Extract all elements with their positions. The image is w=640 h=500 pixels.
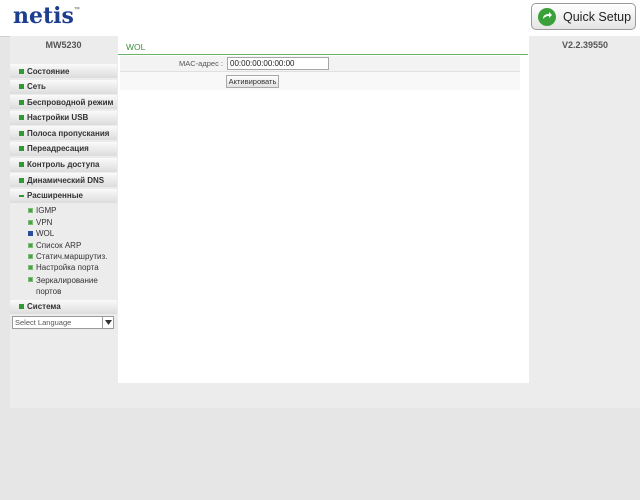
sidebar: Состояние Сеть Беспроводной режим Настро… — [10, 64, 117, 329]
sidebar-item-system[interactable]: Система — [10, 299, 117, 314]
activate-button[interactable]: Активировать — [226, 74, 279, 88]
content-panel: WOL MAC-адрес : Активировать — [118, 36, 529, 383]
sidebar-item-label: Динамический DNS — [27, 175, 105, 185]
plus-icon — [19, 130, 24, 136]
brand-name: netis — [13, 3, 74, 29]
submenu-item-wol[interactable]: WOL — [10, 229, 117, 240]
sidebar-item-label: Система — [27, 302, 61, 312]
bullet-icon — [28, 253, 33, 259]
submenu-item-arp-list[interactable]: Список ARP — [10, 241, 117, 252]
mac-address-row: MAC-адрес : — [120, 56, 520, 72]
advanced-submenu: IGMP VPN WOL Список ARP Статич.маршрутиз… — [10, 204, 117, 299]
submenu-item-igmp[interactable]: IGMP — [10, 206, 117, 217]
header: netis™ Quick Setup — [0, 0, 640, 37]
sidebar-item-label: Настройки USB — [27, 113, 89, 123]
submenu-item-label: Зеркалирование портов — [36, 275, 98, 296]
submenu-item-label: Настройка порта — [36, 263, 99, 273]
plus-icon — [19, 177, 24, 183]
quick-setup-arrow-icon — [538, 7, 556, 26]
submenu-item-label: Список ARP — [36, 240, 82, 250]
sidebar-item-access-control[interactable]: Контроль доступа — [10, 157, 117, 172]
trademark-mark: ™ — [73, 7, 80, 13]
sidebar-item-label: Переадресация — [27, 144, 89, 154]
firmware-version: V2.2.39550 — [561, 40, 609, 50]
sidebar-item-label: Состояние — [27, 66, 70, 76]
device-model: MW5230 — [45, 40, 82, 50]
submenu-item-label: IGMP — [36, 206, 57, 216]
sidebar-item-status[interactable]: Состояние — [10, 64, 117, 78]
active-bullet-icon — [28, 231, 33, 237]
quick-setup-label: Quick Setup — [563, 9, 632, 24]
mac-address-label: MAC-адрес : — [179, 59, 223, 68]
mac-address-input[interactable] — [227, 56, 329, 70]
sidebar-item-wireless[interactable]: Беспроводной режим — [10, 95, 117, 110]
sidebar-item-label: Беспроводной режим — [27, 97, 114, 107]
netis-logo[interactable]: netis™ — [13, 3, 80, 29]
submenu-item-port-settings[interactable]: Настройка порта — [10, 263, 117, 274]
plus-icon — [19, 304, 24, 310]
main-frame: MW5230 V2.2.39550 Состояние Сеть Беспров… — [10, 36, 640, 408]
plus-icon — [19, 68, 24, 74]
plus-icon — [19, 84, 24, 90]
plus-icon — [19, 146, 24, 152]
sidebar-item-label: Полоса пропускания — [27, 128, 110, 138]
language-select-value: Select Language — [15, 317, 72, 327]
submenu-item-vpn[interactable]: VPN — [10, 218, 117, 229]
plus-icon — [19, 99, 24, 105]
sidebar-item-bandwidth[interactable]: Полоса пропускания — [10, 126, 117, 141]
bullet-icon — [28, 208, 33, 214]
bullet-icon — [28, 276, 33, 282]
page-title: WOL — [118, 41, 528, 55]
sidebar-item-usb[interactable]: Настройки USB — [10, 110, 117, 125]
submenu-item-label: WOL — [36, 229, 55, 239]
submenu-item-label: VPN — [36, 217, 53, 227]
sidebar-item-network[interactable]: Сеть — [10, 79, 117, 94]
sidebar-item-advanced[interactable]: Расширенные — [10, 188, 117, 203]
submenu-item-label: Статич.маршрутиз. — [36, 251, 108, 261]
plus-icon — [19, 162, 24, 168]
sidebar-item-label: Сеть — [27, 82, 46, 92]
submenu-item-static-routing[interactable]: Статич.маршрутиз. — [10, 252, 117, 263]
bullet-icon — [28, 242, 33, 248]
language-select[interactable]: Select Language — [12, 315, 114, 329]
bullet-icon — [28, 265, 33, 271]
plus-icon — [19, 115, 24, 121]
sidebar-item-label: Расширенные — [27, 191, 83, 201]
sidebar-item-ddns[interactable]: Динамический DNS — [10, 173, 117, 188]
sidebar-item-label: Контроль доступа — [27, 160, 100, 170]
chevron-down-icon — [102, 316, 113, 328]
submenu-item-port-mirroring[interactable]: Зеркалирование портов — [10, 275, 117, 296]
action-row: Активировать — [120, 72, 520, 90]
quick-setup-button[interactable]: Quick Setup — [531, 3, 636, 30]
minus-icon — [19, 194, 24, 197]
sidebar-item-forwarding[interactable]: Переадресация — [10, 141, 117, 156]
bullet-icon — [28, 219, 33, 225]
